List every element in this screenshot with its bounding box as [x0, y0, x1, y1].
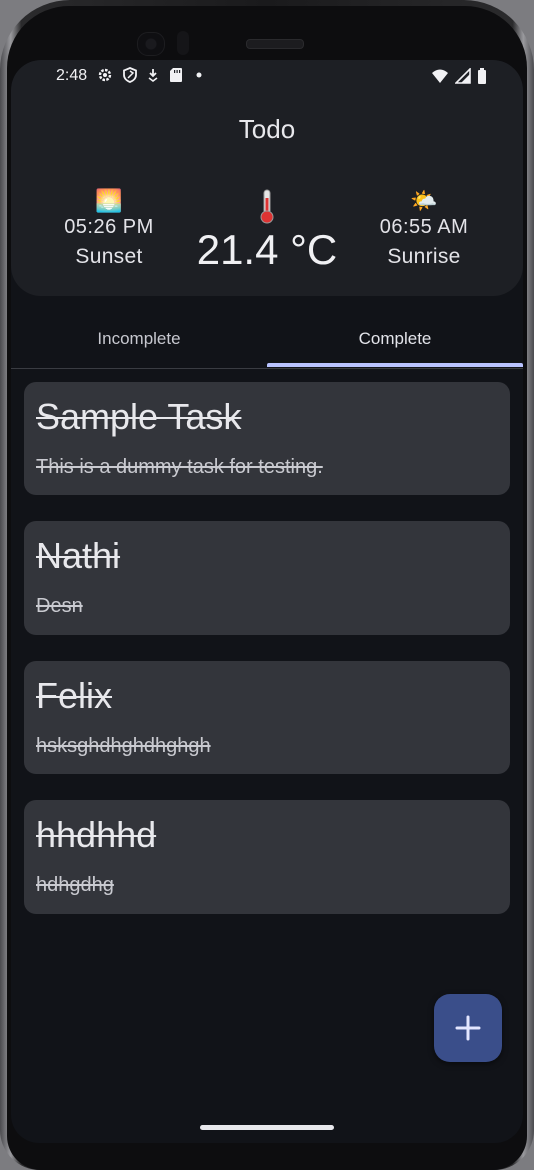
tab-bar: Incomplete Complete: [11, 322, 523, 369]
task-description: This is a dummy task for testing.: [36, 456, 323, 478]
sunrise-block: 🌤️ 06:55 AM Sunrise: [364, 188, 484, 269]
home-indicator[interactable]: [200, 1125, 334, 1130]
dot-icon: [196, 72, 202, 78]
thermometer-icon: [260, 189, 274, 224]
sunrise-time: 06:55 AM: [379, 216, 469, 238]
task-card[interactable]: Nathi Desn: [24, 521, 510, 635]
sunrise-label: Sunrise: [387, 245, 461, 268]
battery-icon: [478, 68, 486, 84]
task-description: Desn: [36, 595, 83, 617]
task-description: hdhgdhg: [36, 874, 114, 896]
app-title: Todo: [238, 114, 296, 144]
task-description: hsksghdhghdhghgh: [36, 735, 211, 757]
task-card[interactable]: Sample Task This is a dummy task for tes…: [24, 382, 510, 495]
sunset-icon: 🌅: [95, 188, 123, 213]
sd-card-icon: [170, 68, 182, 82]
signal-icon: [455, 68, 471, 84]
task-title: Sample Task: [36, 396, 242, 437]
status-bar: 2:48: [11, 60, 523, 92]
shield-icon: [123, 67, 137, 83]
front-camera-icon: [137, 32, 165, 56]
task-card[interactable]: Felix hsksghdhghdhghgh: [24, 661, 510, 774]
thermometer-block: [242, 188, 292, 229]
plus-icon: [455, 1015, 481, 1041]
proximity-sensor-icon: [177, 31, 189, 55]
wifi-icon: [432, 69, 448, 83]
phone-frame: 2:48 Todo 🌅 05:26 PM Sunset 21.4 °C 🌤️ 0…: [0, 0, 534, 1170]
header-card: 2:48 Todo 🌅 05:26 PM Sunset 21.4 °C 🌤️ 0…: [11, 60, 523, 296]
sunrise-icon: 🌤️: [410, 188, 438, 213]
add-task-button[interactable]: [434, 994, 502, 1062]
task-title: Felix: [36, 675, 113, 716]
app-screen: 2:48 Todo 🌅 05:26 PM Sunset 21.4 °C 🌤️ 0…: [11, 60, 523, 1143]
task-title: hhdhhd: [36, 814, 157, 855]
tab-indicator: [267, 363, 523, 367]
status-time: 2:48: [56, 67, 88, 84]
tab-complete[interactable]: Complete: [267, 322, 523, 366]
gear-icon: [98, 68, 112, 82]
earpiece-speaker: [246, 39, 304, 49]
download-badge-icon: [148, 69, 158, 82]
task-title: Nathi: [36, 535, 121, 576]
tab-incomplete[interactable]: Incomplete: [11, 322, 267, 366]
task-card[interactable]: hhdhhd hdhgdhg: [24, 800, 510, 914]
